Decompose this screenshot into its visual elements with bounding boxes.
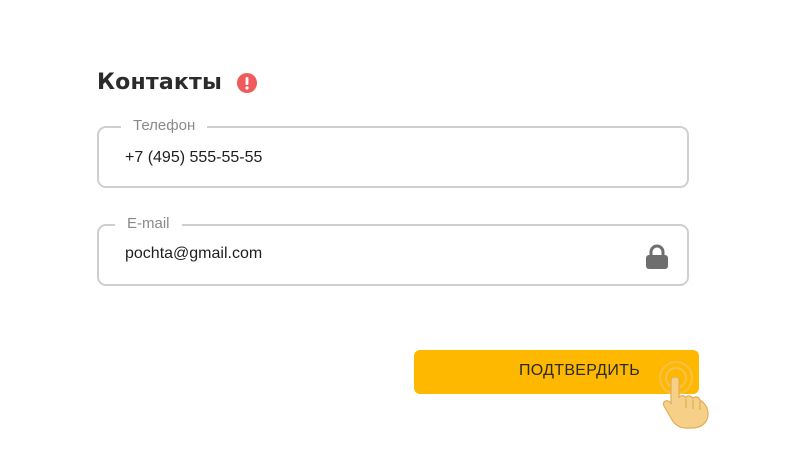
phone-field-label: Телефон bbox=[121, 116, 208, 136]
submit-button-label: ПОДТВЕРДИТЬ bbox=[518, 362, 640, 379]
lock-icon bbox=[645, 244, 669, 270]
phone-field[interactable]: Телефон +7 (495) 555-55-55 bbox=[97, 116, 689, 188]
hand-pointer-icon bbox=[652, 358, 716, 430]
section-header: Контакты bbox=[97, 70, 258, 95]
email-field[interactable]: E-mail pochta@gmail.com bbox=[97, 214, 689, 286]
phone-field-label-line bbox=[217, 126, 263, 128]
email-field-label: E-mail bbox=[115, 214, 182, 234]
section-title: Контакты bbox=[97, 70, 223, 95]
email-input-value[interactable]: pochta@gmail.com bbox=[125, 245, 262, 263]
phone-input-value[interactable]: +7 (495) 555-55-55 bbox=[125, 149, 262, 167]
exclamation-circle-icon bbox=[237, 72, 258, 93]
